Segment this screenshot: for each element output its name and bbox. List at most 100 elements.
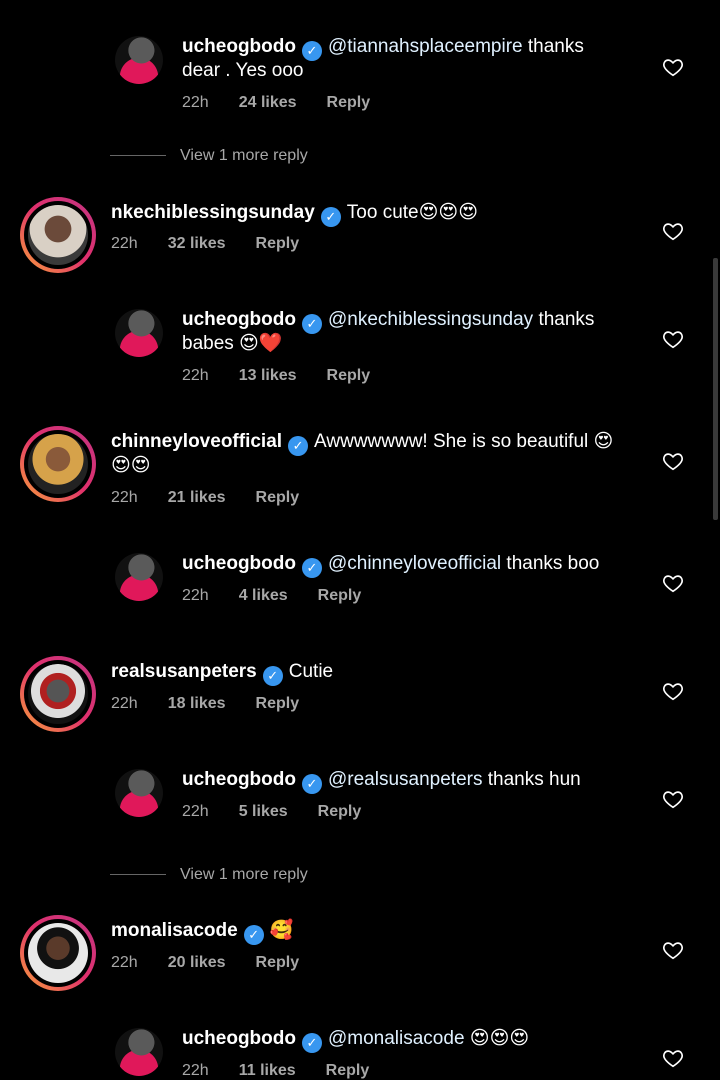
timestamp: 22h [111,235,138,252]
verified-badge-icon: ✓ [262,666,283,686]
avatar[interactable] [115,1028,163,1076]
comment-text-line2: 😍😍 [111,455,151,476]
comment-body: 😍😍😍 [464,1028,530,1049]
comment-text: ucheogbodo ✓ @chinneyloveofficial thanks b… [182,552,599,578]
timestamp: 22h [111,695,138,712]
mention-link[interactable]: @monalisacode [328,1028,465,1049]
likes-count[interactable]: 13 likes [239,367,297,384]
comment-text: ucheogbodo ✓ @nkechiblessingsunday thanks [182,308,594,334]
comment-body: thanks hun [482,769,581,790]
view-more-label[interactable]: View 1 more reply [180,866,308,883]
comment-body: Awwwwwww! She is so beautiful 😍 [314,431,614,452]
mention-link[interactable]: @chinneyloveofficial [328,553,501,574]
username[interactable]: realsusanpeters [111,661,257,682]
comment-body: Too cute😍😍😍 [346,202,479,223]
mention-link[interactable]: @realsusanpeters [328,769,482,790]
view-more-replies[interactable]: View 1 more reply [110,866,308,884]
username[interactable]: ucheogbodo [182,36,296,57]
comment-meta: 22h 20 likes Reply [111,954,329,972]
comment-body: 🥰 [269,920,294,941]
comment-text: chinneyloveofficial ✓ Awwwwwww! She is so … [111,430,613,456]
mention-link[interactable]: @tiannahsplaceempire [328,36,523,57]
comment-text: ucheogbodo ✓ @monalisacode 😍😍😍 [182,1027,529,1053]
avatar[interactable] [115,553,163,601]
avatar[interactable] [115,769,163,817]
comment-meta: 22h 5 likes Reply [182,803,391,821]
verified-badge-icon: ✓ [301,314,322,334]
reply-button[interactable]: Reply [256,489,300,506]
verified-badge-icon: ✓ [301,774,322,794]
comment-meta: 22h 4 likes Reply [182,587,391,605]
reply-button[interactable]: Reply [256,695,300,712]
avatar[interactable] [20,426,96,502]
verified-badge-icon: ✓ [288,436,309,456]
comment-text: ucheogbodo ✓ @realsusanpeters thanks hun [182,768,581,794]
verified-badge-icon: ✓ [301,41,322,61]
comment-meta: 22h 11 likes Reply [182,1062,399,1080]
verified-badge-icon: ✓ [301,1033,322,1053]
reply-button[interactable]: Reply [256,235,300,252]
username[interactable]: ucheogbodo [182,769,296,790]
timestamp: 22h [182,1062,209,1079]
comment-meta: 22h 21 likes Reply [111,489,329,507]
heart-icon[interactable] [662,450,684,472]
comment-meta: 22h 24 likes Reply [182,94,400,112]
comment-text: monalisacode ✓ 🥰 [111,919,293,945]
username[interactable]: nkechiblessingsunday [111,202,315,223]
verified-badge-icon: ✓ [320,207,341,227]
username[interactable]: ucheogbodo [182,309,296,330]
view-more-label[interactable]: View 1 more reply [180,147,308,164]
likes-count[interactable]: 5 likes [239,803,288,820]
avatar[interactable] [20,656,96,732]
divider [110,874,166,876]
username[interactable]: ucheogbodo [182,1028,296,1049]
likes-count[interactable]: 11 likes [239,1062,296,1079]
username[interactable]: monalisacode [111,920,238,941]
scrollbar[interactable] [713,258,718,520]
heart-icon[interactable] [662,1047,684,1069]
timestamp: 22h [182,803,209,820]
likes-count[interactable]: 20 likes [168,954,226,971]
reply-button[interactable]: Reply [326,1062,370,1079]
mention-link[interactable]: @nkechiblessingsunday [328,309,533,330]
comment-text-line2: babes 😍❤️ [182,333,283,354]
comment-text-line2: dear . Yes ooo [182,60,304,81]
likes-count[interactable]: 18 likes [168,695,226,712]
reply-button[interactable]: Reply [256,954,300,971]
comment-text: realsusanpeters ✓ Cutie [111,660,333,686]
comment-body: thanks [533,309,595,330]
timestamp: 22h [111,954,138,971]
reply-button[interactable]: Reply [318,587,362,604]
likes-count[interactable]: 21 likes [168,489,226,506]
avatar[interactable] [115,309,163,357]
verified-badge-icon: ✓ [301,558,322,578]
heart-icon[interactable] [662,680,684,702]
heart-icon[interactable] [662,328,684,350]
heart-icon[interactable] [662,220,684,242]
heart-icon[interactable] [662,788,684,810]
reply-button[interactable]: Reply [327,94,371,111]
username[interactable]: ucheogbodo [182,553,296,574]
view-more-replies[interactable]: View 1 more reply [110,147,308,165]
heart-icon[interactable] [662,56,684,78]
timestamp: 22h [182,367,209,384]
avatar[interactable] [20,197,96,273]
username[interactable]: chinneyloveofficial [111,431,282,452]
likes-count[interactable]: 24 likes [239,94,297,111]
comment-meta: 22h 32 likes Reply [111,235,329,253]
timestamp: 22h [182,94,209,111]
likes-count[interactable]: 4 likes [239,587,288,604]
comment-body: thanks [522,36,584,57]
comment-meta: 22h 18 likes Reply [111,695,329,713]
verified-badge-icon: ✓ [243,925,264,945]
likes-count[interactable]: 32 likes [168,235,226,252]
heart-icon[interactable] [662,572,684,594]
reply-button[interactable]: Reply [327,367,371,384]
comment-meta: 22h 13 likes Reply [182,367,400,385]
heart-icon[interactable] [662,939,684,961]
comment-body: thanks boo [501,553,600,574]
comment-text: nkechiblessingsunday ✓ Too cute😍😍😍 [111,201,478,227]
reply-button[interactable]: Reply [318,803,362,820]
avatar[interactable] [20,915,96,991]
avatar[interactable] [115,36,163,84]
